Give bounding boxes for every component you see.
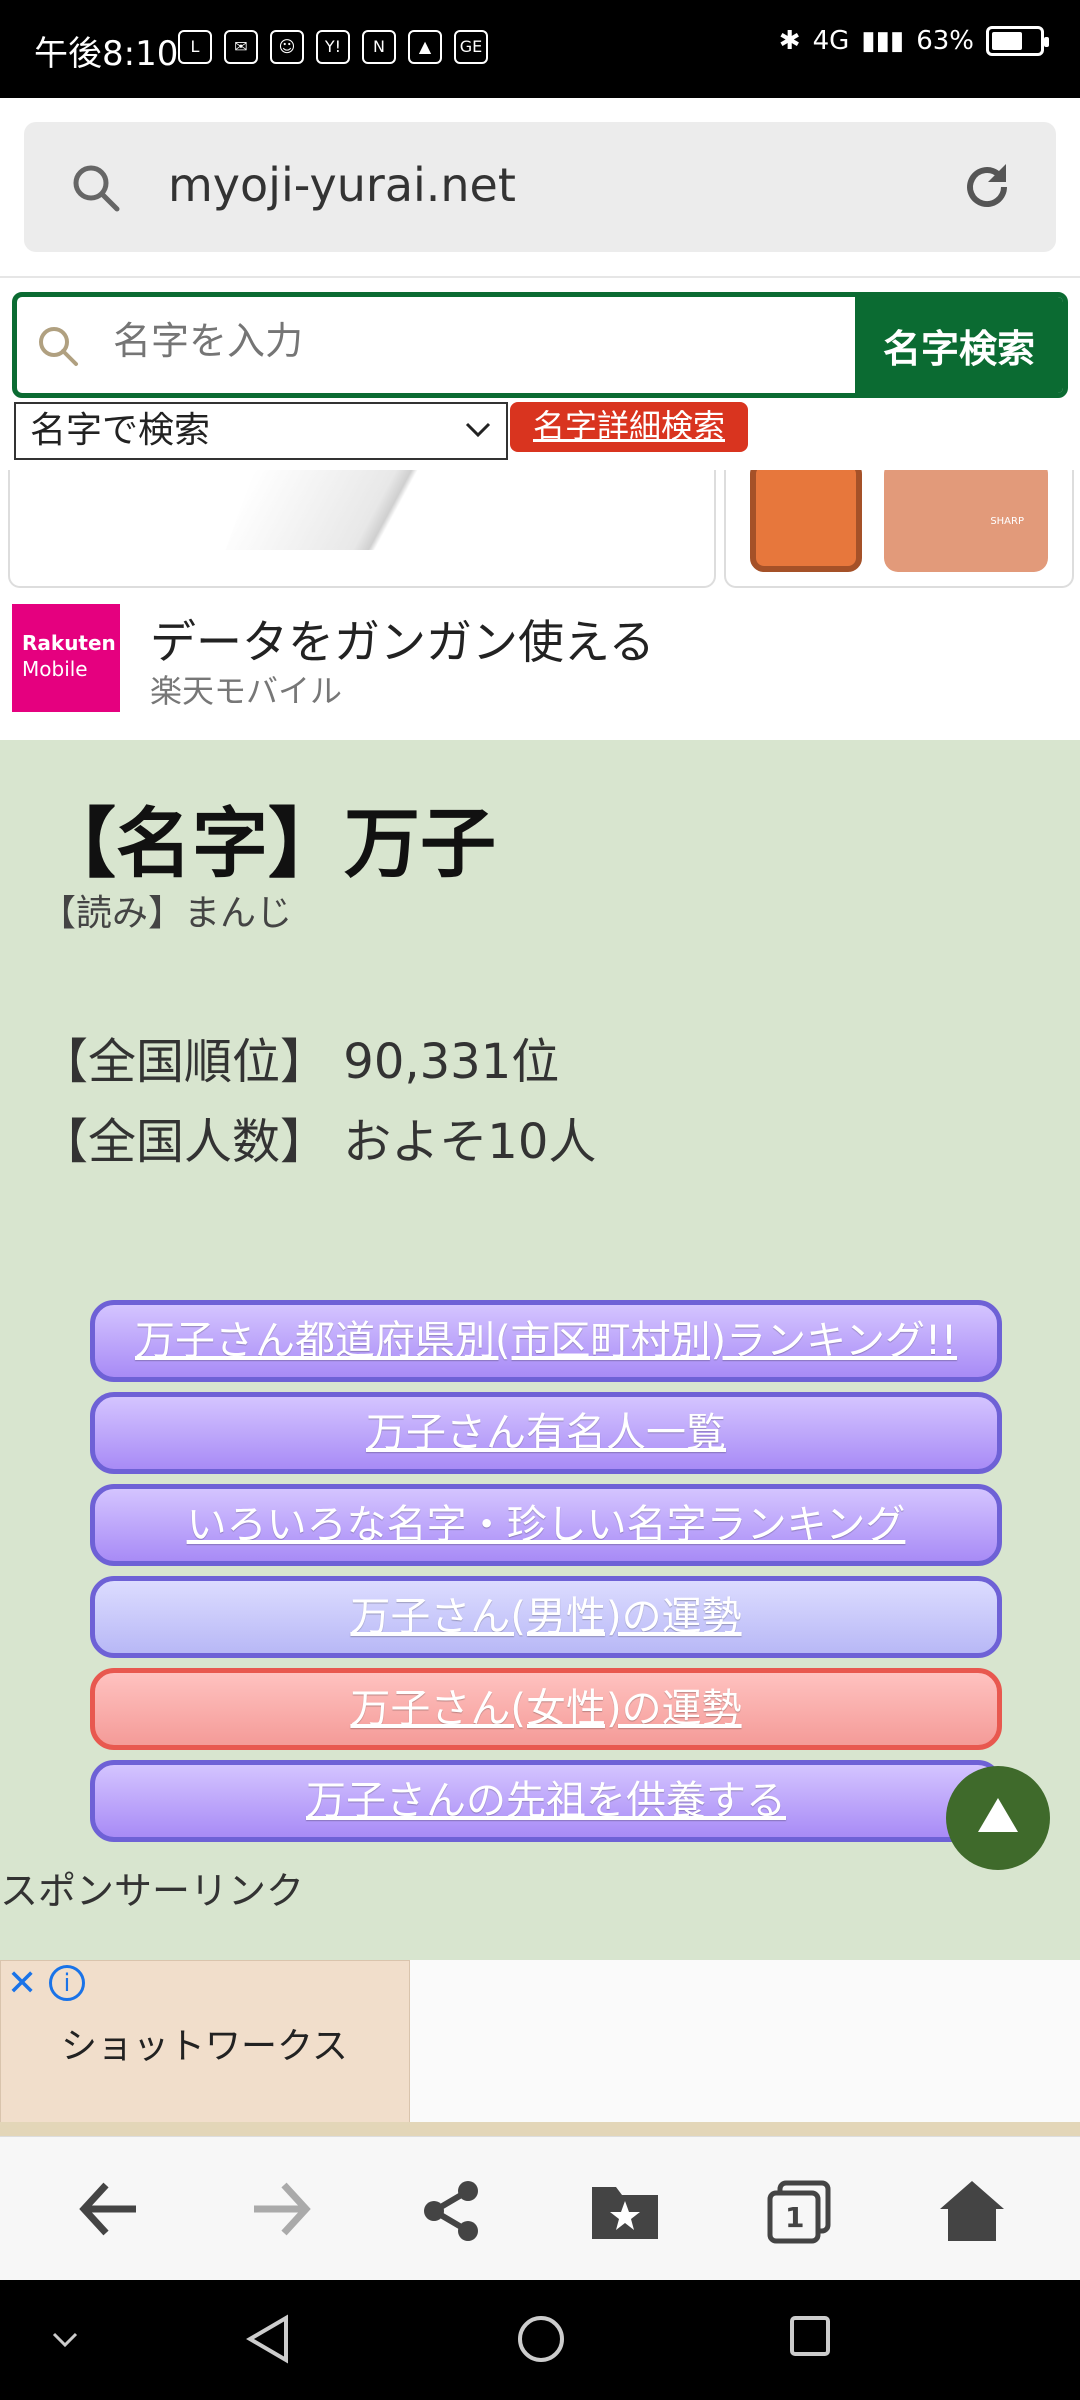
surname-content: 【名字】万子 【読み】まんじ 【全国順位】 90,331位 【全国人数】 およそ… [0,740,1080,1960]
share-icon[interactable] [420,2179,484,2243]
page-title: 【名字】万子 [40,799,496,888]
ad-image-left[interactable] [8,470,716,588]
ad-image-phones[interactable]: SHARP [724,470,1074,588]
female-fortune-link[interactable]: 万子さん(女性)の運勢 [90,1668,1002,1750]
browser-header: myoji-yurai.net [0,98,1080,278]
surname-input[interactable] [113,319,713,363]
mail-icon: ✉ [224,30,258,64]
reload-icon[interactable] [960,160,1014,214]
surname-search-bar: 名字検索 [12,292,1068,398]
notification-icons: L ✉ ☺ Y! N ▲ GE [178,30,488,64]
prefecture-ranking-link[interactable]: 万子さん都道府県別(市区町村別)ランキング!! [90,1300,1002,1382]
ad-strip [0,2122,1080,2136]
surname-search-button[interactable]: 名字検索 [855,297,1063,393]
tabs-count: 1 [785,2201,805,2234]
back-arrow-icon[interactable] [76,2179,140,2239]
link-button-list: 万子さん都道府県別(市区町村別)ランキング!! 万子さん有名人一覧 いろいろな名… [90,1300,1002,1852]
home-icon[interactable] [938,2179,1006,2243]
close-icon[interactable]: ✕ [7,1963,37,2004]
nav-recents-icon[interactable] [788,2314,832,2358]
phone-image: SHARP [884,470,1048,572]
count-label: 【全国人数】 [40,1114,329,1170]
search-icon [39,327,78,366]
phone-image [750,470,862,572]
phone-brand: SHARP [990,516,1024,527]
rare-surname-ranking-link[interactable]: いろいろな名字・珍しい名字ランキング [90,1484,1002,1566]
line-icon: L [178,30,212,64]
battery-percent: 63% [916,26,974,56]
count-value: およそ10人 [343,1114,597,1170]
chevron-down-icon[interactable] [50,2330,80,2350]
chevron-down-icon [465,422,491,438]
bottom-ad-name[interactable]: ショットワークス [61,2017,348,2069]
signal-icon: ▮▮▮ [861,26,905,56]
nav-back-icon[interactable] [246,2314,290,2364]
ge-icon: GE [454,30,488,64]
famous-people-link[interactable]: 万子さん有名人一覧 [90,1392,1002,1474]
tabs-icon[interactable]: 1 [766,2179,832,2249]
gallery-icon: ▲ [408,30,442,64]
browser-toolbar: 1 [0,2136,1080,2280]
status-time: 午後8:10 [34,34,179,74]
detail-search-link[interactable]: 名字詳細検索 [510,402,748,452]
rakuten-mobile-logo: Rakuten Mobile [12,604,120,712]
ad-title[interactable]: データをガンガン使える [150,606,655,672]
url-text[interactable]: myoji-yurai.net [168,158,516,212]
search-mode-value: 名字で検索 [30,410,211,451]
ad-advertiser: 楽天モバイル [150,672,343,710]
forward-arrow-icon[interactable] [250,2179,314,2239]
battery-icon [986,26,1049,56]
search-mode-select[interactable]: 名字で検索 [14,402,508,460]
info-icon[interactable]: i [49,1965,85,2001]
status-right: ✱ 4G ▮▮▮ 63% [778,26,1049,56]
news-icon: N [362,30,396,64]
national-count: 【全国人数】 およそ10人 [40,1102,596,1172]
search-icon [73,165,120,212]
system-navigation-bar [0,2280,1080,2400]
face-icon: ☺ [270,30,304,64]
ancestor-memorial-link[interactable]: 万子さんの先祖を供養する [90,1760,1002,1842]
yahoo-icon: Y! [316,30,350,64]
url-bar[interactable]: myoji-yurai.net [24,122,1056,252]
rank-label: 【全国順位】 [40,1034,329,1090]
sponsor-label: スポンサーリンク [0,1869,305,1913]
bottom-ad[interactable]: ✕ i ショットワークス [0,1960,1080,2126]
ad-text-row[interactable]: Rakuten Mobile データをガンガン使える 楽天モバイル [0,600,1080,740]
male-fortune-link[interactable]: 万子さん(男性)の運勢 [90,1576,1002,1658]
scroll-to-top-button[interactable] [946,1766,1050,1870]
network-label: 4G [812,26,850,56]
ad-banner-images[interactable]: SHARP [0,470,1080,600]
status-bar: 午後8:10 L ✉ ☺ Y! N ▲ GE ✱ 4G ▮▮▮ 63% [0,0,1080,98]
up-arrow-icon [978,1798,1018,1832]
bookmarks-icon[interactable] [590,2179,660,2241]
bottom-ad-card[interactable]: ✕ i ショットワークス [0,1960,410,2126]
nav-home-icon[interactable] [516,2314,566,2364]
national-rank: 【全国順位】 90,331位 [40,1022,559,1092]
surname-reading: 【読み】まんじ [40,893,293,934]
bluetooth-icon: ✱ [778,26,801,56]
rank-value: 90,331位 [343,1034,560,1090]
